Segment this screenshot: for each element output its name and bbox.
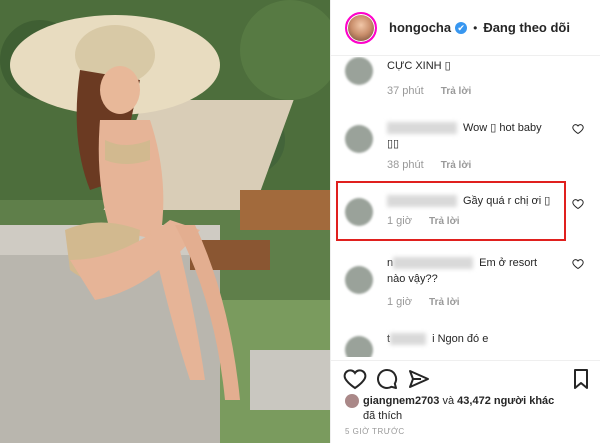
reply-button[interactable]: Trả lời <box>429 297 459 308</box>
avatar[interactable] <box>345 266 373 294</box>
comment-body: Wow ▯ hot baby <box>463 122 542 134</box>
comment-time: 37 phút <box>387 85 424 97</box>
comment-item: ti Ngon đó e <box>345 328 588 357</box>
comment-text: Wow ▯ hot baby ▯▯ <box>387 120 542 152</box>
comment-text: CỰC XINH ▯ <box>387 58 451 74</box>
comment-body: i Ngon đó e <box>432 333 489 345</box>
post-timestamp[interactable]: 5 GIỜ TRƯỚC <box>345 427 405 436</box>
likes-suffix: đã thích <box>363 410 403 422</box>
blurred-username <box>390 333 427 346</box>
comment-meta: 1 giờ Trả lời <box>387 296 459 308</box>
likes-connector: và <box>442 395 455 407</box>
avatar[interactable] <box>345 336 373 357</box>
share-icon[interactable] <box>407 367 431 391</box>
reply-button[interactable]: Trả lời <box>441 86 471 97</box>
comment-body: Em ở resort <box>479 257 538 269</box>
post-action-bar <box>331 360 600 396</box>
avatar[interactable] <box>345 394 359 409</box>
avatar[interactable] <box>345 125 373 153</box>
comment-text: ti Ngon đó e <box>387 331 488 347</box>
comment-meta: 38 phút Trả lời <box>387 159 471 171</box>
follow-status-button[interactable]: Đang theo dõi <box>483 20 570 35</box>
bookmark-icon[interactable] <box>569 367 593 391</box>
blurred-username <box>393 257 474 270</box>
username[interactable]: hongocha <box>389 20 451 35</box>
comment-text: n Em ở resort nào vậy?? <box>387 255 537 287</box>
comment-body: CỰC XINH ▯ <box>387 60 451 72</box>
likes-count[interactable]: 43,472 người khác <box>457 395 554 407</box>
comment-time: 1 giờ <box>387 296 412 308</box>
comment-item: CỰC XINH ▯ 37 phút Trả lời <box>345 57 588 113</box>
heart-icon[interactable] <box>572 198 584 210</box>
comment-icon[interactable] <box>375 367 399 391</box>
comment-body-line2: ▯▯ <box>387 138 400 150</box>
heart-icon[interactable] <box>343 367 367 391</box>
comment-item: n Em ở resort nào vậy?? 1 giờ Trả lời <box>345 252 588 314</box>
reply-button[interactable]: Trả lời <box>441 160 471 171</box>
post-header: hongocha ✔ • Đang theo dõi <box>331 0 600 56</box>
verified-icon: ✔ <box>455 21 468 34</box>
highlight-box <box>336 181 566 241</box>
instagram-post: hongocha ✔ • Đang theo dõi CỰC XINH ▯ 37… <box>0 0 600 443</box>
post-photo[interactable] <box>0 0 330 443</box>
separator-dot: • <box>473 20 478 35</box>
comment-time: 38 phút <box>387 159 424 171</box>
heart-icon[interactable] <box>572 123 584 135</box>
comment-body-line2: nào vậy?? <box>387 273 438 285</box>
blurred-username <box>387 122 457 135</box>
heart-icon[interactable] <box>572 258 584 270</box>
comment-meta: 37 phút Trả lời <box>387 85 471 97</box>
avatar[interactable] <box>345 11 377 44</box>
likes-summary: giangnem2703 và 43,472 người khác đã thí… <box>345 394 554 424</box>
avatar[interactable] <box>345 57 373 85</box>
comment-item: Wow ▯ hot baby ▯▯ 38 phút Trả lời <box>345 117 588 179</box>
liker-username[interactable]: giangnem2703 <box>363 395 439 407</box>
photo-illustration <box>0 0 330 443</box>
